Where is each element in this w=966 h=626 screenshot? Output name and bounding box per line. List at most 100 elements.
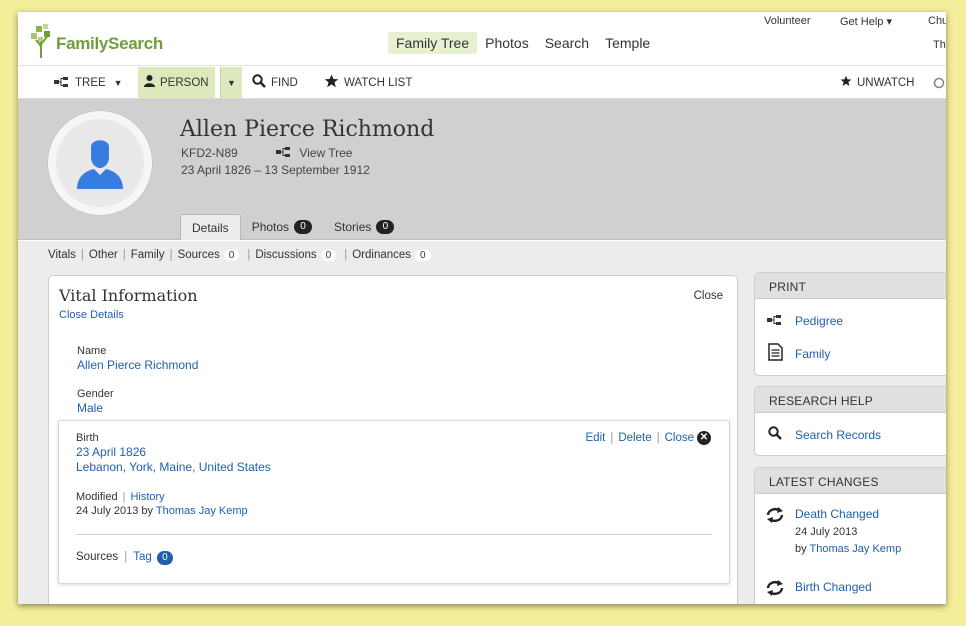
- tag-link[interactable]: Tag: [133, 551, 152, 563]
- person-menu[interactable]: PERSON: [138, 67, 215, 98]
- tab-details[interactable]: Details: [180, 214, 241, 240]
- stories-count-badge: 0: [376, 220, 395, 234]
- vital-information-card: Vital Information Close Close Details Na…: [48, 275, 738, 604]
- latest-changes-title: LATEST CHANGES: [755, 468, 946, 494]
- find-label: FIND: [271, 76, 298, 89]
- sources-count: 0: [223, 250, 240, 261]
- change-user-link[interactable]: Thomas Jay Kemp: [809, 543, 901, 555]
- tab-stories[interactable]: Stories 0: [323, 214, 405, 240]
- church-link[interactable]: Chu: [928, 15, 946, 27]
- change-by: by Thomas Jay Kemp: [795, 543, 945, 555]
- modified-date: 24 July 2013 by: [76, 505, 154, 517]
- tab-stories-label: Stories: [334, 220, 372, 234]
- nav-photos[interactable]: Photos: [477, 32, 537, 54]
- chevron-down-icon: ▼: [227, 77, 236, 88]
- star-icon: [840, 75, 852, 90]
- edit-link[interactable]: Edit: [586, 432, 606, 444]
- tree-toolbar: TREE ▼ PERSON ▼ FIND WATCH LIST UNWATCH: [18, 67, 946, 99]
- tree-menu[interactable]: TREE ▼: [54, 67, 123, 98]
- section-link-other[interactable]: Other: [89, 249, 118, 261]
- chevron-down-icon: ▼: [113, 77, 123, 88]
- search-icon: [252, 74, 266, 91]
- refresh-icon: [765, 507, 785, 526]
- settings-icon[interactable]: [933, 67, 945, 98]
- research-help-panel: RESEARCH HELP Search Records: [754, 386, 946, 456]
- close-icon[interactable]: ✕: [697, 431, 711, 445]
- section-link-discussions[interactable]: Discussions: [255, 249, 316, 261]
- person-icon: [144, 75, 155, 90]
- section-nav: Vitals | Other | Family | Sources 0 | Discussions…: [18, 241, 946, 273]
- modified-by-line: 24 July 2013 by Thomas Jay Kemp: [76, 505, 248, 517]
- vital-title: Vital Information: [59, 286, 198, 305]
- family-label: Family: [795, 346, 831, 361]
- name-value[interactable]: Allen Pierce Richmond: [77, 358, 198, 372]
- tree-icon: [54, 76, 70, 90]
- history-link[interactable]: History: [130, 491, 164, 503]
- star-icon: [324, 74, 339, 91]
- username-link[interactable]: Th: [933, 39, 946, 51]
- search-records-link[interactable]: Search Records: [765, 426, 881, 443]
- site-header: FamilySearch Family Tree Photos Search T…: [18, 12, 946, 66]
- delete-link[interactable]: Delete: [618, 432, 651, 444]
- person-header: Allen Pierce Richmond KFD2-N89 View Tree…: [18, 99, 946, 240]
- search-icon: [765, 426, 785, 443]
- discussions-count: 0: [320, 250, 337, 261]
- person-silhouette-icon: [77, 140, 123, 189]
- person-dropdown-toggle[interactable]: ▼: [220, 67, 242, 98]
- change-by-prefix: by: [795, 543, 807, 555]
- person-id: KFD2-N89: [181, 146, 238, 160]
- avatar[interactable]: [48, 111, 152, 215]
- gender-value[interactable]: Male: [77, 401, 103, 415]
- gender-label: Gender: [77, 388, 114, 400]
- print-panel: PRINT Pedigree Family: [754, 272, 946, 376]
- view-tree-label: View Tree: [299, 146, 353, 160]
- tree-icon: [276, 146, 295, 160]
- section-link-sources[interactable]: Sources: [178, 249, 220, 261]
- browser-page: FamilySearch Family Tree Photos Search T…: [18, 12, 946, 604]
- tree-label: TREE: [75, 76, 106, 89]
- get-help-menu[interactable]: Get Help ▾: [840, 15, 892, 28]
- unwatch-button[interactable]: UNWATCH: [840, 67, 915, 98]
- change-date: 24 July 2013: [795, 526, 858, 538]
- document-icon: [765, 343, 785, 364]
- latest-changes-panel: LATEST CHANGES Death Changed 24 July 201…: [754, 467, 946, 604]
- tab-photos[interactable]: Photos 0: [241, 214, 323, 240]
- tag-count-badge: 0: [156, 551, 173, 565]
- watch-list-label: WATCH LIST: [344, 76, 413, 89]
- birth-close-link[interactable]: Close: [665, 432, 694, 444]
- nav-temple[interactable]: Temple: [597, 32, 658, 54]
- change-title-link[interactable]: Death Changed: [795, 507, 945, 521]
- vital-close-link[interactable]: Close: [694, 290, 723, 302]
- birth-place[interactable]: Lebanon, York, Maine, United States: [76, 460, 271, 474]
- section-link-family[interactable]: Family: [131, 249, 165, 261]
- tab-photos-label: Photos: [251, 220, 290, 234]
- birth-date[interactable]: 23 April 1826: [76, 445, 146, 459]
- birth-actions: Edit | Delete | Close ✕: [586, 431, 711, 445]
- close-details-link[interactable]: Close Details: [59, 309, 124, 321]
- print-pedigree-link[interactable]: Pedigree: [765, 313, 843, 328]
- unwatch-label: UNWATCH: [857, 76, 915, 89]
- modified-line: Modified | History: [76, 491, 165, 503]
- find-button[interactable]: FIND: [252, 67, 298, 98]
- section-link-ordinances[interactable]: Ordinances: [352, 249, 411, 261]
- modified-label: Modified: [76, 491, 118, 503]
- nav-search[interactable]: Search: [537, 32, 597, 54]
- name-label: Name: [77, 345, 107, 357]
- print-family-link[interactable]: Family: [765, 343, 830, 364]
- photos-count-badge: 0: [294, 220, 313, 234]
- volunteer-link[interactable]: Volunteer: [764, 15, 810, 27]
- modified-by-user-link[interactable]: Thomas Jay Kemp: [156, 505, 248, 517]
- brand-name: FamilySearch: [56, 34, 163, 53]
- familysearch-logo[interactable]: FamilySearch: [30, 16, 163, 58]
- watch-list-button[interactable]: WATCH LIST: [324, 67, 412, 98]
- view-tree-link[interactable]: View Tree: [276, 146, 352, 160]
- research-help-title: RESEARCH HELP: [755, 387, 946, 413]
- change-title-link[interactable]: Birth Changed: [795, 580, 945, 594]
- pedigree-icon: [765, 313, 785, 328]
- sources-label: Sources: [76, 551, 119, 563]
- sources-tag-line: Sources | Tag 0: [76, 551, 173, 565]
- section-link-vitals[interactable]: Vitals: [48, 249, 76, 261]
- birth-detail-box: Birth 23 April 1826 Lebanon, York, Maine…: [58, 420, 730, 584]
- nav-family-tree[interactable]: Family Tree: [388, 32, 478, 54]
- person-tabs: Details Photos 0 Stories 0: [180, 214, 405, 240]
